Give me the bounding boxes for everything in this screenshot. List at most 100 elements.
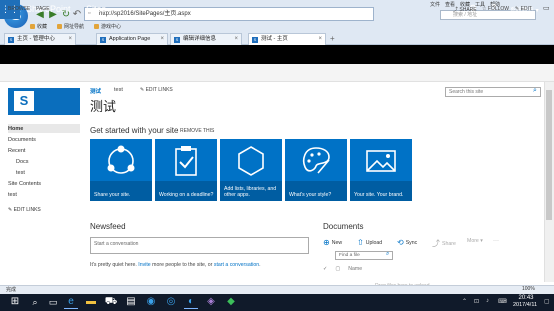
tile-label: Working on a deadline? xyxy=(159,192,214,198)
notification-icon[interactable]: ▢ xyxy=(544,298,550,305)
ellipsis-icon[interactable]: ··· xyxy=(493,238,499,244)
history-icon[interactable]: ↶ xyxy=(71,9,83,21)
breadcrumb-site[interactable]: 测试 xyxy=(90,87,101,95)
star-icon xyxy=(30,24,35,29)
tile-brand[interactable]: Your site. Your brand. xyxy=(350,139,412,201)
address-bar[interactable]: http://sp2016/SitePages/主页.aspx xyxy=(84,7,374,21)
new-document-button[interactable]: ⊕ New xyxy=(323,238,342,247)
scrollbar-thumb[interactable] xyxy=(546,90,552,220)
invite-link[interactable]: Invite xyxy=(138,262,150,268)
share-icon: ⤴ xyxy=(432,239,440,248)
app-icon[interactable]: ◉ xyxy=(144,295,158,309)
nav-item-test[interactable]: test xyxy=(16,170,25,176)
sync-icon: ⟲ xyxy=(397,238,404,247)
follow-button[interactable]: ☆ FOLLOW xyxy=(482,6,509,12)
more-button[interactable]: More ▾ xyxy=(467,238,483,244)
share-documents-button[interactable]: ⤴ Share xyxy=(432,238,456,249)
browser-app-icon[interactable]: ◐ xyxy=(184,295,198,309)
favorite-item[interactable]: 网址导航 xyxy=(57,23,84,30)
network-icon[interactable]: ⊡ xyxy=(474,298,479,305)
browser-status-bar xyxy=(0,285,554,294)
search-icon[interactable]: ⌕ xyxy=(28,295,42,309)
palette-icon xyxy=(302,147,330,174)
search-icon[interactable]: ⌕ xyxy=(533,87,537,95)
share-button[interactable]: ⤴ SHARE xyxy=(453,6,477,13)
sharepoint-logo-icon: S xyxy=(14,91,34,111)
browser-tab[interactable]: S 编辑详细信息 × xyxy=(170,33,242,45)
close-icon[interactable]: × xyxy=(68,34,72,45)
sharepoint-tab-icon: S xyxy=(252,37,258,43)
favorite-item[interactable]: 游戏中心 xyxy=(94,23,121,30)
search-icon[interactable]: ⌕ xyxy=(386,251,389,258)
tile-add-apps[interactable]: Add lists, libraries, and other apps. xyxy=(220,139,282,201)
documents-title[interactable]: Documents xyxy=(323,222,363,231)
start-conversation-link[interactable]: start a conversation xyxy=(214,262,259,268)
clipboard-check-icon xyxy=(175,146,197,176)
nav-edit-links[interactable]: ✎ EDIT LINKS xyxy=(8,207,41,213)
volume-icon[interactable]: ♪ xyxy=(486,298,489,304)
tray-chevron-icon[interactable]: ⌃ xyxy=(462,298,467,305)
suite-bar xyxy=(0,45,554,64)
tile-share-site[interactable]: Share your site. xyxy=(90,139,152,201)
ribbon-tab-browse[interactable]: BROWSE xyxy=(8,6,30,12)
nav-item-test-site[interactable]: test xyxy=(8,192,17,198)
app-icon[interactable]: ◎ xyxy=(164,295,178,309)
start-conversation-input[interactable]: Start a conversation xyxy=(90,237,309,254)
clock-time[interactable]: 20:43 xyxy=(510,295,542,301)
newsfeed-title: Newsfeed xyxy=(90,222,126,231)
newsfeed-empty-message: It's pretty quiet here. Invite more peop… xyxy=(90,262,261,268)
browser-tab-active[interactable]: S 测试 - 主页 × xyxy=(248,33,326,45)
visual-studio-icon[interactable]: ◈ xyxy=(204,295,218,309)
windows-start-icon[interactable]: ⊞ xyxy=(8,295,22,309)
nav-item-site-contents[interactable]: Site Contents xyxy=(8,181,41,187)
store-icon[interactable]: ⛟ xyxy=(104,295,118,309)
ribbon-tab-page[interactable]: PAGE xyxy=(36,6,50,12)
close-icon[interactable]: × xyxy=(318,34,322,45)
status-text: 完成 xyxy=(6,287,17,293)
upload-button[interactable]: ⇧ Upload xyxy=(357,238,382,247)
menu-file[interactable]: 文件 xyxy=(430,1,440,8)
task-view-icon[interactable]: ▭ xyxy=(46,295,60,309)
browser-tab[interactable]: S Application Page × xyxy=(96,33,168,45)
edge-browser-icon[interactable]: e xyxy=(64,295,78,309)
file-type-icon: ▢ xyxy=(335,266,341,272)
edit-links-button[interactable]: ✎ EDIT LINKS xyxy=(140,87,173,93)
nav-item-documents[interactable]: Documents xyxy=(8,137,36,143)
nav-item-home[interactable]: Home xyxy=(8,126,23,132)
tab-strip: S 主页 - 管理中心 × S Application Page × S 编辑详细信息 × … xyxy=(0,32,554,45)
sync-button[interactable]: ⟲ Sync xyxy=(397,238,417,247)
nav-item-docs[interactable]: Docs xyxy=(16,159,29,165)
close-icon[interactable]: × xyxy=(234,34,238,45)
find-file-input[interactable]: Find a file xyxy=(335,251,393,260)
game-icon xyxy=(94,24,100,29)
clock-date[interactable]: 2017/4/11 xyxy=(506,302,544,308)
tile-deadline[interactable]: Working on a deadline? xyxy=(155,139,217,201)
picture-icon xyxy=(366,150,396,172)
focus-icon[interactable]: ▭ xyxy=(543,4,550,12)
tile-label: Add lists, libraries, and other apps. xyxy=(224,186,277,198)
get-started-title: Get started with your site xyxy=(90,126,179,135)
select-all-checkbox[interactable]: ✓ xyxy=(323,266,327,272)
site-search-input[interactable]: Search this site xyxy=(445,87,541,97)
remove-this-link[interactable]: REMOVE THIS xyxy=(180,128,214,134)
file-explorer-icon[interactable]: ▬ xyxy=(84,295,98,309)
app-icon[interactable]: ◆ xyxy=(224,295,238,309)
close-icon[interactable]: × xyxy=(160,34,164,45)
breadcrumb-subsite[interactable]: test xyxy=(114,87,123,93)
edit-page-button[interactable]: ✎ EDIT xyxy=(515,6,532,12)
favorites-bar: 收藏 网址导航 游戏中心 xyxy=(30,23,121,30)
tile-style[interactable]: What's your style? xyxy=(285,139,347,201)
sites-link[interactable]: Sites xyxy=(86,4,106,14)
terminal-icon[interactable]: ▤ xyxy=(124,295,138,309)
sharepoint-tab-icon: S xyxy=(8,37,14,43)
browser-tab[interactable]: S 主页 - 管理中心 × xyxy=(4,33,76,45)
documents-column-header: ✓ ▢ Name xyxy=(323,266,362,272)
ribbon xyxy=(0,64,554,82)
sharepoint-tab-icon: S xyxy=(100,37,106,43)
new-tab-button[interactable]: + xyxy=(330,34,335,43)
zoom-level[interactable]: 100% xyxy=(522,286,535,292)
nav-item-recent: Recent xyxy=(8,148,26,154)
column-name[interactable]: Name xyxy=(348,266,362,272)
favorite-item[interactable]: 收藏 xyxy=(30,23,47,30)
sharepoint-tab-icon: S xyxy=(174,37,180,43)
